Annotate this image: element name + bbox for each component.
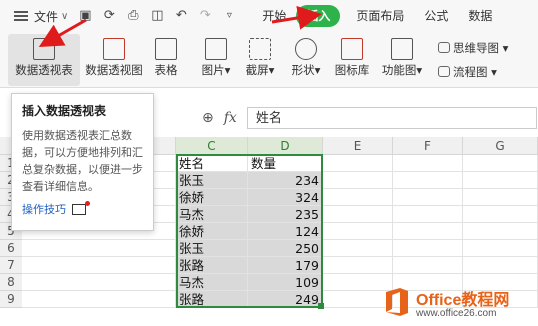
table-cell[interactable] (393, 240, 463, 257)
icon-library-label: 图标库 (334, 63, 370, 77)
print-icon[interactable]: ⎙ (126, 9, 140, 23)
column-header-g[interactable]: G (463, 137, 538, 155)
table-cell[interactable] (323, 223, 393, 240)
fill-handle[interactable] (318, 303, 324, 309)
flow-chart-button[interactable]: 流程图 ▾ (438, 64, 497, 80)
chevron-down-icon: ∨ (61, 10, 69, 22)
shape-label: 形状▾ (291, 63, 321, 77)
video-icon (72, 200, 90, 215)
table-cell[interactable] (393, 172, 463, 189)
pivot-chart-button[interactable]: 数据透视图 (82, 34, 146, 86)
tips-link[interactable]: 操作技巧 (22, 200, 143, 217)
table-cell[interactable] (393, 189, 463, 206)
ribbon: 数据透视表 数据透视图 表格 图片▾ 截屏▾ 形状▾ 图标库 功能图▾ 思维导图… (0, 32, 538, 88)
redo-doc-icon[interactable]: ⟳ (102, 9, 116, 23)
search-icon[interactable]: ⊕ (202, 110, 214, 126)
shape-button[interactable]: 形状▾ (286, 34, 326, 86)
column-header-c[interactable]: C (176, 137, 248, 155)
pivot-table-button[interactable]: 数据透视表 (8, 34, 80, 86)
screenshot-button[interactable]: 截屏▾ (242, 34, 278, 86)
table-cell[interactable] (393, 206, 463, 223)
watermark-url: www.office26.com (416, 307, 497, 319)
table-cell[interactable] (323, 257, 393, 274)
icon-library-icon (341, 38, 363, 60)
tooltip-title: 插入数据透视表 (22, 104, 107, 118)
table-cell[interactable] (323, 172, 393, 189)
tab-formulas[interactable]: 公式 (414, 5, 458, 27)
table-cell[interactable] (393, 223, 463, 240)
save-icon[interactable]: ▣ (78, 9, 92, 23)
table-cell[interactable] (463, 189, 538, 206)
icon-library-button[interactable]: 图标库 (332, 34, 372, 86)
menu-bar: 文件 ∨ ▣ ⟳ ⎙ ◫ ↶ ↷ ▿ 开始 插入 页面布局 公式 数据 (0, 0, 538, 32)
column-header-d[interactable]: D (248, 137, 323, 155)
formula-bar: ⊕ fx 姓名 (160, 105, 538, 131)
table-button[interactable]: 表格 (150, 34, 182, 86)
screenshot-label: 截屏▾ (245, 63, 275, 77)
picture-icon (205, 38, 227, 60)
pivot-chart-icon (103, 38, 125, 60)
column-header-e[interactable]: E (323, 137, 393, 155)
selection-box (176, 154, 323, 308)
tooltip-description: 使用数据透视表汇总数据，可以方便地排列和汇总复杂数据，以便进一步查看详细信息。 (22, 129, 143, 193)
picture-button[interactable]: 图片▾ (198, 34, 234, 86)
table-cell[interactable] (463, 155, 538, 172)
print-preview-icon[interactable]: ◫ (150, 9, 164, 23)
table-cell[interactable] (22, 291, 176, 308)
table-cell[interactable] (323, 155, 393, 172)
mind-map-icon (438, 42, 450, 53)
table-cell[interactable] (463, 223, 538, 240)
table-cell[interactable] (463, 257, 538, 274)
office-logo-icon (386, 288, 408, 316)
table-cell[interactable] (22, 240, 176, 257)
function-chart-label: 功能图▾ (381, 63, 423, 77)
table-cell[interactable] (323, 206, 393, 223)
pivot-table-tooltip: 插入数据透视表 使用数据透视表汇总数据，可以方便地排列和汇总复杂数据，以便进一步… (11, 93, 154, 231)
table-cell[interactable] (463, 172, 538, 189)
table-icon (155, 38, 177, 60)
screenshot-icon (249, 38, 271, 60)
table-label: 表格 (154, 63, 178, 77)
tab-home[interactable]: 开始 (252, 5, 296, 27)
pivot-chart-label: 数据透视图 (85, 63, 143, 77)
redo-icon[interactable]: ↷ (198, 9, 212, 23)
pivot-table-icon (33, 38, 55, 60)
tips-link-label: 操作技巧 (22, 203, 66, 216)
row-header[interactable]: 7 (0, 257, 22, 274)
undo-icon[interactable]: ↶ (174, 9, 188, 23)
table-cell[interactable] (463, 206, 538, 223)
row-header[interactable]: 9 (0, 291, 22, 308)
hamburger-icon (14, 11, 28, 21)
tab-insert[interactable]: 插入 (296, 5, 341, 27)
picture-label: 图片▾ (201, 63, 231, 77)
table-cell[interactable] (22, 257, 176, 274)
function-chart-icon (391, 38, 413, 60)
table-cell[interactable] (393, 155, 463, 172)
formula-input[interactable]: 姓名 (246, 107, 537, 129)
table-cell[interactable] (393, 257, 463, 274)
table-cell[interactable] (22, 274, 176, 291)
table-cell[interactable] (323, 240, 393, 257)
column-header-f[interactable]: F (393, 137, 463, 155)
watermark: Office教程网 www.office26.com (382, 282, 538, 322)
table-cell[interactable] (463, 240, 538, 257)
mind-map-button[interactable]: 思维导图 ▾ (438, 40, 508, 56)
tab-data[interactable]: 数据 (458, 5, 502, 27)
table-cell[interactable] (323, 189, 393, 206)
function-chart-button[interactable]: 功能图▾ (380, 34, 424, 86)
flow-chart-icon (438, 66, 450, 77)
file-menu-label: 文件 (34, 9, 59, 24)
watermark-brand: Office教程网 (416, 291, 510, 309)
tab-page-layout[interactable]: 页面布局 (346, 5, 414, 27)
file-menu[interactable]: 文件 ∨ (0, 0, 68, 32)
shape-icon (295, 38, 317, 60)
row-header[interactable]: 6 (0, 240, 22, 257)
fx-icon[interactable]: fx (224, 110, 237, 126)
pivot-table-label: 数据透视表 (15, 63, 73, 77)
row-header[interactable]: 8 (0, 274, 22, 291)
more-icon[interactable]: ▿ (222, 9, 236, 23)
